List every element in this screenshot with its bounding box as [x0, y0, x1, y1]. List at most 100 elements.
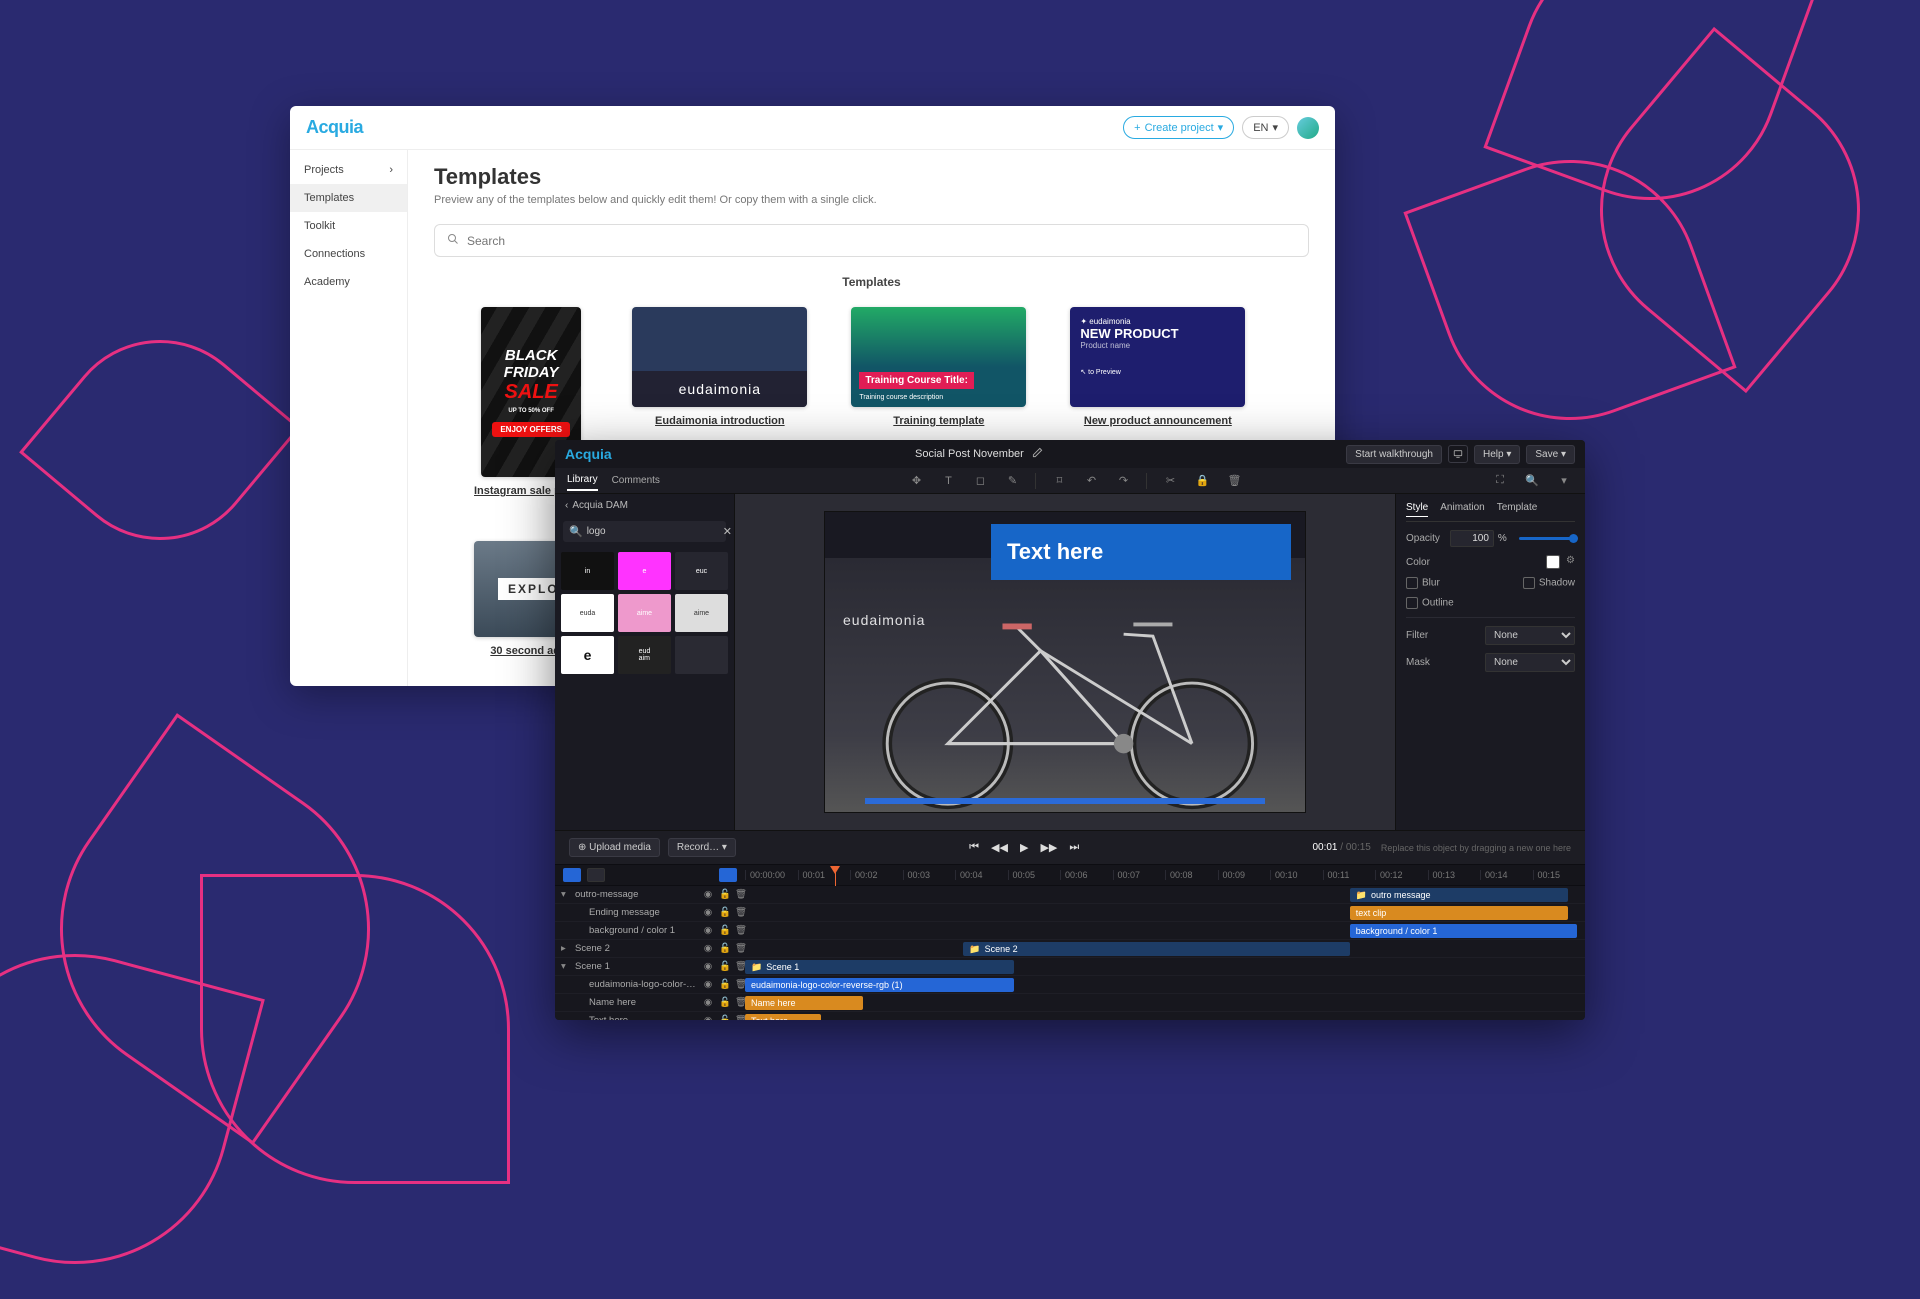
track-lane[interactable]: 📁Scene 2 — [745, 940, 1585, 957]
prev-frame-icon[interactable]: ◀◀ — [991, 841, 1008, 854]
trash-icon[interactable]: 🗑 — [735, 943, 745, 954]
shadow-checkbox[interactable] — [1523, 577, 1535, 589]
timeline-clip[interactable]: Text here — [745, 1014, 821, 1020]
next-frame-icon[interactable]: ▶▶ — [1040, 841, 1057, 854]
mask-select[interactable]: None — [1485, 653, 1575, 672]
view-mode-list[interactable] — [587, 868, 605, 882]
filter-select[interactable]: None — [1485, 626, 1575, 645]
track-lane[interactable]: background / color 1 — [745, 922, 1585, 939]
visibility-icon[interactable]: ◉ — [703, 979, 713, 990]
document-title[interactable]: Social Post November — [915, 448, 1024, 460]
expand-icon[interactable]: ▾ — [561, 889, 569, 900]
help-button[interactable]: Help ▾ — [1474, 445, 1520, 464]
track-name[interactable]: Ending message — [589, 907, 697, 918]
ruler-tick[interactable]: 00:11 — [1323, 870, 1376, 880]
asset-thumb[interactable]: aime — [618, 594, 671, 632]
watermark[interactable]: eudaimonia — [843, 612, 925, 628]
timeline-clip[interactable]: eudaimonia-logo-color-reverse-rgb (1) — [745, 978, 1014, 992]
language-selector[interactable]: EN ▾ — [1242, 116, 1289, 139]
canvas-progress[interactable] — [865, 798, 1265, 804]
ruler-tick[interactable]: 00:15 — [1533, 870, 1586, 880]
visibility-icon[interactable]: ◉ — [703, 997, 713, 1008]
track-name[interactable]: Name here — [589, 997, 697, 1008]
timeline-clip[interactable]: text clip — [1350, 906, 1568, 920]
timeline-clip[interactable]: Name here — [745, 996, 863, 1010]
asset-thumb[interactable]: eudaim — [618, 636, 671, 674]
trash-icon[interactable]: 🗑 — [735, 1015, 745, 1020]
visibility-icon[interactable]: ◉ — [703, 961, 713, 972]
lock-icon[interactable]: 🔓 — [719, 961, 729, 972]
desktop-icon[interactable] — [1448, 445, 1468, 463]
blur-checkbox[interactable] — [1406, 577, 1418, 589]
trash-icon[interactable]: 🗑 — [1225, 472, 1243, 490]
chevron-down-icon[interactable]: ▾ — [1555, 472, 1573, 490]
lock-icon[interactable]: 🔒 — [1193, 472, 1211, 490]
ruler-tick[interactable]: 00:02 — [850, 870, 903, 880]
shape-tool-icon[interactable]: ◻ — [971, 472, 989, 490]
ruler-tick[interactable]: 00:09 — [1218, 870, 1271, 880]
asset-thumb[interactable]: in — [561, 552, 614, 590]
edit-icon[interactable] — [1032, 447, 1043, 461]
outline-checkbox[interactable] — [1406, 597, 1418, 609]
search-input[interactable] — [467, 234, 1296, 248]
ruler-tick[interactable]: 00:07 — [1113, 870, 1166, 880]
asset-thumb[interactable] — [675, 636, 728, 674]
search-input-wrap[interactable] — [434, 224, 1309, 257]
timeline-clip[interactable]: 📁outro message — [1350, 888, 1568, 902]
ruler-tick[interactable]: 00:04 — [955, 870, 1008, 880]
timeline-clip[interactable]: 📁Scene 1 — [745, 960, 1014, 974]
opacity-slider[interactable] — [1519, 537, 1575, 540]
expand-icon[interactable]: ▾ — [561, 961, 569, 972]
avatar[interactable] — [1297, 117, 1319, 139]
tab-comments[interactable]: Comments — [612, 471, 660, 490]
text-banner[interactable]: Text here — [991, 524, 1291, 580]
ruler-tick[interactable]: 00:14 — [1480, 870, 1533, 880]
opacity-input[interactable] — [1450, 530, 1494, 547]
color-swatch[interactable] — [1546, 555, 1560, 569]
ruler-tick[interactable]: 00:10 — [1270, 870, 1323, 880]
timeline-clip[interactable]: 📁Scene 2 — [963, 942, 1349, 956]
text-tool-icon[interactable]: T — [939, 472, 957, 490]
track-name[interactable]: Text here — [589, 1015, 697, 1020]
tab-animation[interactable]: Animation — [1440, 502, 1484, 517]
track-lane[interactable]: 📁Scene 1 — [745, 958, 1585, 975]
skip-end-icon[interactable]: ⏭ — [1069, 841, 1079, 854]
sidebar-item-templates[interactable]: Templates — [290, 184, 407, 212]
visibility-icon[interactable]: ◉ — [703, 1015, 713, 1020]
library-breadcrumb[interactable]: ‹ Acquia DAM — [555, 494, 734, 517]
ruler-tick[interactable]: 00:01 — [798, 870, 851, 880]
visibility-icon[interactable]: ◉ — [703, 943, 713, 954]
ruler-tick[interactable]: 00:06 — [1060, 870, 1113, 880]
skip-start-icon[interactable]: ⏮ — [969, 841, 979, 854]
sidebar-item-academy[interactable]: Academy — [290, 268, 407, 296]
ruler-tick[interactable]: 00:12 — [1375, 870, 1428, 880]
sidebar-item-projects[interactable]: Projects› — [290, 156, 407, 184]
track-name[interactable]: Scene 2 — [575, 943, 697, 954]
ruler-tick[interactable]: 00:08 — [1165, 870, 1218, 880]
track-lane[interactable]: Text here — [745, 1012, 1585, 1020]
create-project-button[interactable]: + Create project ▾ — [1123, 116, 1234, 139]
track-lane[interactable]: text clip — [745, 904, 1585, 921]
pen-tool-icon[interactable]: ✎ — [1003, 472, 1021, 490]
tab-style[interactable]: Style — [1406, 502, 1428, 517]
trash-icon[interactable]: 🗑 — [735, 907, 745, 918]
lock-icon[interactable]: 🔓 — [719, 943, 729, 954]
track-name[interactable]: background / color 1 — [589, 925, 697, 936]
track-lane[interactable]: 📁outro message — [745, 886, 1585, 903]
track-name[interactable]: eudaimonia-logo-color-reverse — [589, 979, 697, 990]
library-search[interactable]: 🔍 ✕ — [563, 521, 726, 542]
lock-icon[interactable]: 🔓 — [719, 997, 729, 1008]
record-button[interactable]: Record… ▾ — [668, 838, 736, 857]
lock-icon[interactable]: 🔓 — [719, 925, 729, 936]
timeline-clip[interactable]: background / color 1 — [1350, 924, 1577, 938]
settings-icon[interactable]: ⚙ — [1566, 555, 1575, 569]
ruler-tick[interactable]: 00:13 — [1428, 870, 1481, 880]
fit-icon[interactable]: ⛶ — [1491, 472, 1509, 490]
snap-toggle[interactable] — [719, 868, 737, 882]
trash-icon[interactable]: 🗑 — [735, 961, 745, 972]
upload-media-button[interactable]: ⊕ Upload media — [569, 838, 660, 857]
cut-icon[interactable]: ✂ — [1161, 472, 1179, 490]
visibility-icon[interactable]: ◉ — [703, 925, 713, 936]
tab-template[interactable]: Template — [1497, 502, 1538, 517]
sidebar-item-connections[interactable]: Connections — [290, 240, 407, 268]
